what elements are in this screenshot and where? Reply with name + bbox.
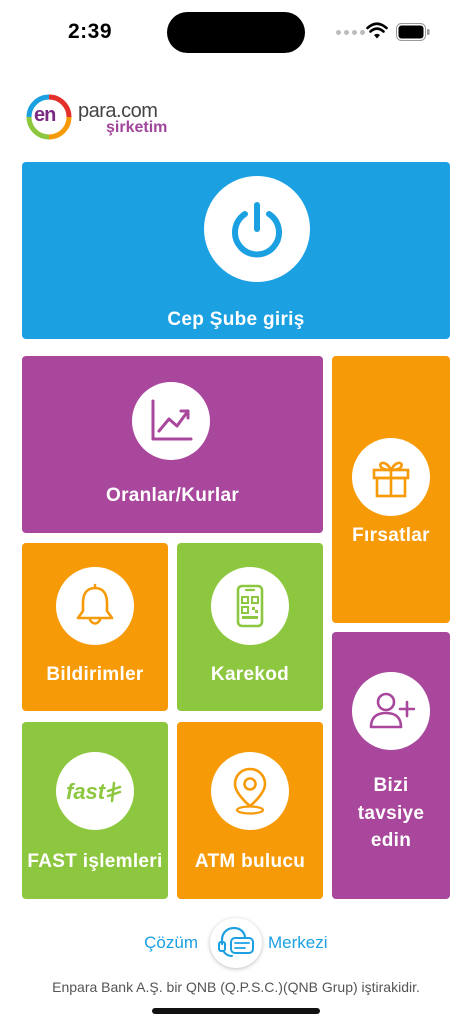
fast-logo-circle: fast: [56, 752, 134, 830]
oranlar-kurlar-tile[interactable]: Oranlar/Kurlar: [22, 356, 323, 533]
fast-islemleri-label: FAST işlemleri: [27, 851, 163, 872]
logo-sirketim-text: şirketim: [106, 119, 168, 136]
chart-icon: [151, 399, 193, 441]
qr-phone-icon: [236, 584, 264, 628]
merkezi-text: Merkezi: [268, 933, 328, 952]
fast-logo-text: fast: [66, 779, 107, 804]
qr-icon-circle: [211, 567, 289, 645]
cozum-merkezi-link[interactable]: Çözüm Merkezi: [0, 918, 472, 968]
bell-icon: [76, 583, 114, 625]
atm-bulucu-label: ATM bulucu: [194, 851, 306, 872]
cep-sube-label: Cep Şube giriş: [167, 309, 305, 330]
location-pin-icon: [233, 767, 267, 815]
dynamic-island: [167, 12, 305, 53]
add-user-icon-circle: [352, 672, 430, 750]
karekod-label: Karekod: [210, 664, 290, 685]
karekod-tile[interactable]: Karekod: [177, 543, 323, 711]
power-icon-circle: [204, 176, 310, 282]
cellular-signal-icon: [336, 30, 365, 35]
cep-sube-login-tile[interactable]: Cep Şube giriş: [22, 162, 450, 339]
bildirimler-label: Bildirimler: [46, 664, 144, 685]
bizi-tavsiye-edin-tile[interactable]: Bizi tavsiye edin: [332, 632, 450, 899]
logo-en-text: en: [34, 104, 56, 126]
support-headset-icon: [218, 926, 254, 957]
location-icon-circle: [211, 752, 289, 830]
atm-bulucu-tile[interactable]: ATM bulucu: [177, 722, 323, 899]
wifi-icon: [366, 22, 388, 39]
legal-disclaimer: Enpara Bank A.Ş. bir QNB (Q.P.S.C.)(QNB …: [52, 979, 420, 995]
bell-icon-circle: [56, 567, 134, 645]
battery-icon: [396, 23, 430, 41]
support-icon-circle: [210, 918, 262, 968]
status-bar: 2:39: [0, 0, 472, 62]
davet-line-1: Bizi: [373, 775, 409, 796]
fast-islemleri-tile[interactable]: fast FAST işlemleri: [22, 722, 168, 899]
gift-icon-circle: [352, 438, 430, 516]
cozum-text: Çözüm: [144, 933, 198, 952]
gift-icon: [372, 461, 410, 498]
home-indicator[interactable]: [152, 1008, 320, 1014]
power-icon: [232, 202, 282, 258]
add-user-icon: [369, 692, 415, 729]
bizi-tavsiye-edin-label: Bizi tavsiye edin: [332, 772, 450, 855]
davet-line-3: edin: [370, 830, 412, 852]
chart-icon-circle: [132, 382, 210, 460]
enpara-sirketim-logo: en para.com şirketim: [26, 94, 168, 144]
davet-line-2: tavsiye: [357, 802, 425, 824]
oranlar-kurlar-label: Oranlar/Kurlar: [105, 485, 240, 506]
status-time: 2:39: [68, 20, 113, 43]
firsatlar-tile[interactable]: Fırsatlar: [332, 356, 450, 623]
bildirimler-tile[interactable]: Bildirimler: [22, 543, 168, 711]
fast-logo-icon: fast: [66, 779, 122, 804]
firsatlar-label: Fırsatlar: [352, 525, 430, 546]
